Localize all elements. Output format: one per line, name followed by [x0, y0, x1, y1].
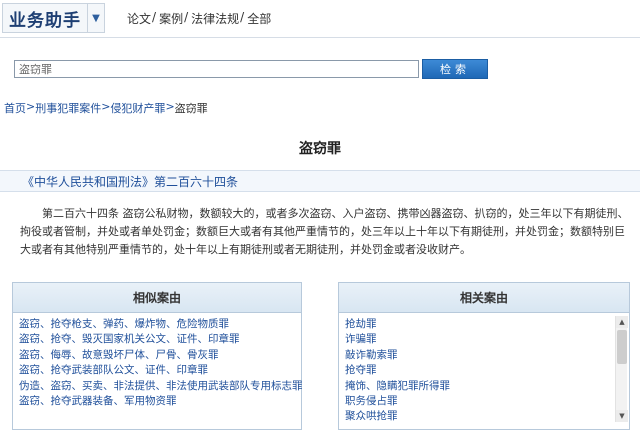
chevron-down-icon[interactable]: ▼ — [87, 4, 104, 32]
related-cause-link[interactable]: 抢夺罪 — [345, 364, 377, 376]
search-input[interactable] — [14, 60, 419, 78]
list-item: 盗窃、抢夺武装部队公文、证件、印章罪 — [19, 363, 295, 378]
related-causes-panel: 相关案由 抢劫罪 诈骗罪 敲诈勒索罪 抢夺罪 掩饰、隐瞒犯罪所得罪 职务侵占罪 … — [338, 282, 630, 430]
page-title: 盗窃罪 — [299, 141, 341, 157]
list-item: 敲诈勒索罪 — [345, 348, 609, 363]
related-cause-link[interactable]: 职务侵占罪 — [345, 395, 398, 407]
article-heading-link[interactable]: 《中华人民共和国刑法》第二百六十四条 — [22, 173, 238, 190]
similar-cause-link[interactable]: 盗窃、抢夺武装部队公文、证件、印章罪 — [19, 364, 208, 376]
similar-cause-link[interactable]: 盗窃、抢夺、毁灭国家机关公文、证件、印章罪 — [19, 333, 240, 345]
nav-item-laws[interactable]: 法律法规 — [191, 10, 239, 27]
article-body: 第二百六十四条 盗窃公私财物，数额较大的，或者多次盗窃、入户盗窃、携带凶器盗窃、… — [20, 207, 629, 256]
nav-separator: / — [240, 10, 245, 24]
list-item: 抢劫罪 — [345, 317, 609, 332]
article-heading-bar: 《中华人民共和国刑法》第二百六十四条 — [0, 170, 640, 192]
nav-separator: / — [152, 10, 157, 24]
list-item: 聚众哄抢罪 — [345, 409, 609, 424]
similar-causes-panel: 相似案由 盗窃、抢夺枪支、弹药、爆炸物、危险物质罪 盗窃、抢夺、毁灭国家机关公文… — [12, 282, 303, 430]
list-item: 盗窃、侮辱、故意毁坏尸体、尸骨、骨灰罪 — [19, 348, 295, 363]
similar-causes-list: 盗窃、抢夺枪支、弹药、爆炸物、危险物质罪 盗窃、抢夺、毁灭国家机关公文、证件、印… — [13, 313, 303, 413]
nav-item-all[interactable]: 全部 — [247, 10, 271, 27]
nav-separator: / — [184, 10, 189, 24]
list-item: 盗窃、抢夺武器装备、军用物资罪 — [19, 394, 295, 409]
related-causes-title: 相关案由 — [339, 283, 629, 313]
list-item: 诈骗罪 — [345, 332, 609, 347]
breadcrumb-separator: > — [26, 100, 36, 113]
scroll-up-arrow-icon[interactable]: ▲ — [616, 316, 628, 328]
breadcrumb-current: 盗窃罪 — [174, 102, 208, 115]
nav-item-papers[interactable]: 论文 — [127, 10, 151, 27]
list-item: 伪造、盗窃、买卖、非法提供、非法使用武装部队专用标志罪 — [19, 379, 303, 394]
related-cause-link[interactable]: 掩饰、隐瞒犯罪所得罪 — [345, 380, 450, 392]
scroll-thumb[interactable] — [617, 330, 627, 364]
related-cause-link[interactable]: 聚众哄抢罪 — [345, 410, 398, 422]
similar-cause-link[interactable]: 盗窃、抢夺枪支、弹药、爆炸物、危险物质罪 — [19, 318, 229, 330]
similar-cause-link[interactable]: 盗窃、侮辱、故意毁坏尸体、尸骨、骨灰罪 — [19, 349, 219, 361]
similar-causes-title: 相似案由 — [13, 283, 301, 313]
brand-title: 业务助手 — [9, 10, 81, 31]
top-bar: 业务助手 ▼ 论文 / 案例 / 法律法规 / 全部 — [0, 0, 640, 38]
breadcrumb-property-crimes[interactable]: 侵犯财产罪 — [110, 100, 165, 116]
list-item: 盗窃、抢夺、毁灭国家机关公文、证件、印章罪 — [19, 332, 295, 347]
similar-cause-link[interactable]: 伪造、盗窃、买卖、非法提供、非法使用武装部队专用标志罪 — [19, 380, 303, 392]
related-list-scrollbar[interactable]: ▲ ▼ — [615, 316, 628, 422]
list-item: 掩饰、隐瞒犯罪所得罪 — [345, 379, 609, 394]
related-causes-list: 抢劫罪 诈骗罪 敲诈勒索罪 抢夺罪 掩饰、隐瞒犯罪所得罪 职务侵占罪 聚众哄抢罪 — [339, 313, 629, 429]
related-cause-link[interactable]: 敲诈勒索罪 — [345, 349, 398, 361]
top-nav: 论文 / 案例 / 法律法规 / 全部 — [127, 10, 271, 27]
breadcrumb-separator: > — [165, 100, 175, 113]
similar-cause-link[interactable]: 盗窃、抢夺武器装备、军用物资罪 — [19, 395, 177, 407]
list-item: 职务侵占罪 — [345, 394, 609, 409]
breadcrumb: 首页 > 刑事犯罪案件 > 侵犯财产罪 > 盗窃罪 — [4, 100, 208, 116]
search-button[interactable]: 检索 — [422, 59, 488, 79]
breadcrumb-home[interactable]: 首页 — [4, 100, 26, 116]
related-cause-link[interactable]: 抢劫罪 — [345, 318, 377, 330]
breadcrumb-separator: > — [101, 100, 111, 113]
breadcrumb-criminal-cases[interactable]: 刑事犯罪案件 — [35, 100, 101, 116]
list-item: 盗窃、抢夺枪支、弹药、爆炸物、危险物质罪 — [19, 317, 295, 332]
scroll-down-arrow-icon[interactable]: ▼ — [616, 410, 628, 422]
nav-item-cases[interactable]: 案例 — [159, 10, 183, 27]
brand-selector[interactable]: 业务助手 ▼ — [2, 3, 105, 33]
related-cause-link[interactable]: 诈骗罪 — [345, 333, 377, 345]
list-item: 抢夺罪 — [345, 363, 609, 378]
